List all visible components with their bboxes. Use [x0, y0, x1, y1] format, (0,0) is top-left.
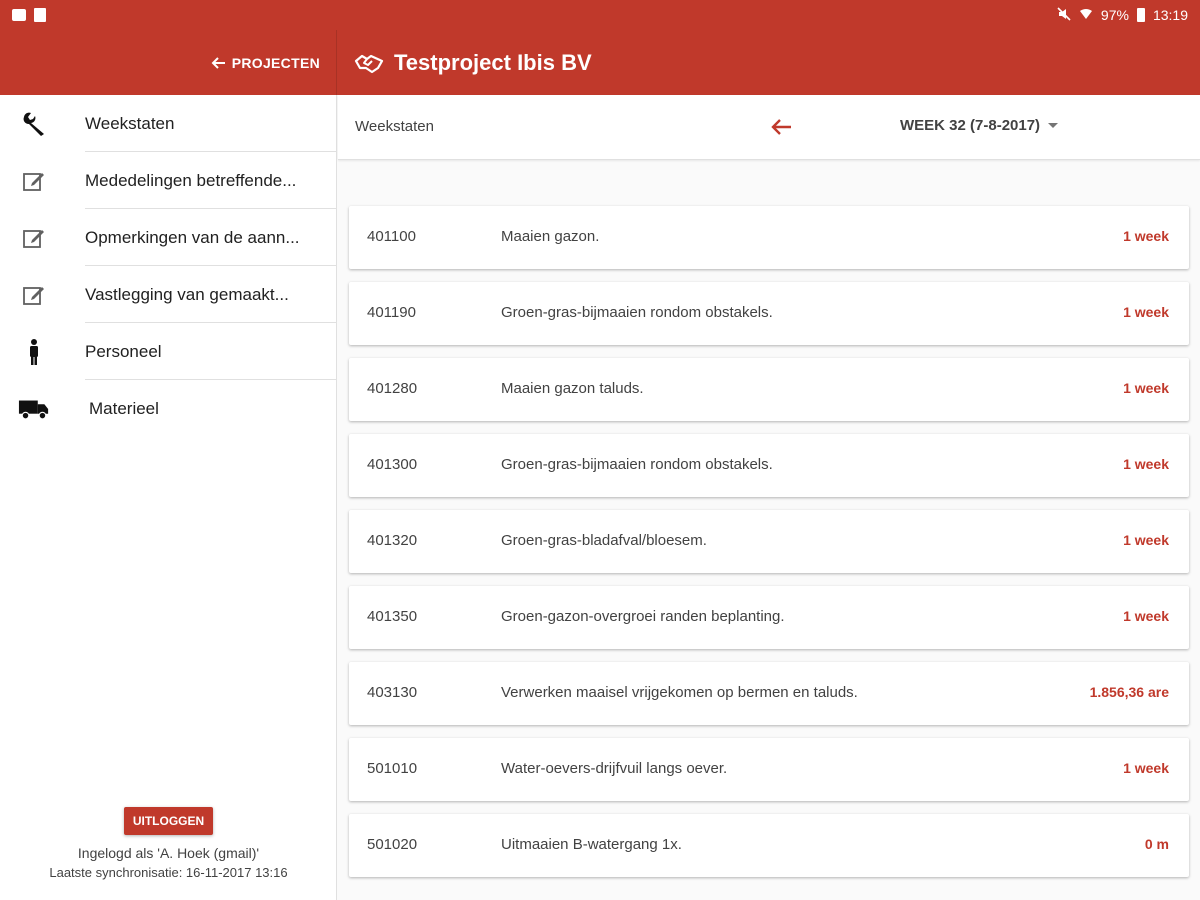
sidebar-item-personeel[interactable]: Personeel [0, 323, 336, 380]
list-item[interactable]: 403130 Verwerken maaisel vrijgekomen op … [349, 662, 1189, 725]
edit-icon [18, 280, 50, 310]
item-code: 401100 [367, 228, 416, 245]
sidebar-item-materieel[interactable]: Materieel [0, 380, 336, 437]
sidebar-item-label: Personeel [85, 341, 162, 361]
battery-icon [1136, 8, 1145, 22]
item-description: Maaien gazon. [501, 228, 600, 245]
list-item[interactable]: 401320 Groen-gras-bladafval/bloesem. 1 w… [349, 510, 1189, 573]
truck-icon [18, 394, 50, 424]
sidebar: Weekstaten Mededelingen betreffende... O… [0, 95, 337, 900]
section-title: Weekstaten [355, 118, 434, 135]
last-sync-text: Laatste synchronisatie: 16-11-2017 13:16 [49, 865, 288, 880]
sidebar-footer: UITLOGGEN Ingelogd als 'A. Hoek (gmail)'… [0, 807, 337, 880]
sidebar-item-label: Materieel [89, 398, 159, 418]
sidebar-item-weekstaten[interactable]: Weekstaten [0, 95, 336, 152]
item-quantity: 1 week [1123, 228, 1169, 244]
item-description: Water-oevers-drijfvuil langs oever. [501, 760, 728, 777]
content-toolbar: Weekstaten WEEK 32 (7-8-2017) [338, 95, 1200, 160]
item-code: 401350 [367, 608, 418, 625]
list-item[interactable]: 401280 Maaien gazon taluds. 1 week [349, 358, 1189, 421]
document-notification-icon [34, 8, 46, 22]
clock: 13:19 [1152, 7, 1188, 23]
item-quantity: 1 week [1123, 380, 1169, 396]
item-quantity: 1 week [1123, 608, 1169, 624]
sidebar-item-mededelingen[interactable]: Mededelingen betreffende... [0, 152, 336, 209]
previous-week-button[interactable] [766, 112, 796, 142]
wifi-icon [1079, 7, 1093, 23]
item-description: Groen-gras-bladafval/bloesem. [501, 532, 707, 549]
item-code: 501010 [367, 760, 418, 777]
sidebar-item-label: Weekstaten [85, 113, 175, 133]
chevron-down-icon [1048, 123, 1059, 128]
item-quantity: 1 week [1123, 304, 1169, 320]
item-quantity: 1 week [1123, 760, 1169, 776]
sidebar-item-vastlegging[interactable]: Vastlegging van gemaakt... [0, 266, 336, 323]
sidebar-item-label: Mededelingen betreffende... [85, 170, 297, 190]
list-item[interactable]: 501020 Uitmaaien B-watergang 1x. 0 m [349, 814, 1189, 877]
item-description: Verwerken maaisel vrijgekomen op bermen … [501, 684, 858, 701]
item-code: 401320 [367, 532, 418, 549]
item-quantity: 1.856,36 are [1089, 684, 1169, 700]
arrow-left-icon [211, 56, 225, 69]
handshake-icon [354, 54, 384, 73]
logged-in-text: Ingelogd als 'A. Hoek (gmail)' [77, 845, 260, 861]
list-item[interactable]: 501010 Water-oevers-drijfvuil langs oeve… [349, 738, 1189, 801]
item-description: Groen-gazon-overgroei randen beplanting. [501, 608, 785, 625]
item-code: 403130 [367, 684, 418, 701]
edit-icon [18, 166, 50, 196]
list-item[interactable]: 401350 Groen-gazon-overgroei randen bepl… [349, 586, 1189, 649]
list-item[interactable]: 401100 Maaien gazon. 1 week [349, 206, 1189, 269]
item-description: Groen-gras-bijmaaien rondom obstakels. [501, 304, 773, 321]
item-code: 401280 [367, 380, 418, 397]
person-icon [18, 337, 50, 367]
item-code: 401300 [367, 456, 418, 473]
image-notification-icon [12, 9, 26, 21]
mute-icon [1057, 6, 1071, 24]
project-title: Testproject Ibis BV [394, 49, 592, 75]
item-code: 501020 [367, 836, 418, 853]
weekstaten-list: 401100 Maaien gazon. 1 week 401190 Groen… [349, 206, 1189, 890]
week-dropdown[interactable]: WEEK 32 (7-8-2017) [900, 117, 1059, 134]
arrow-left-icon [771, 119, 791, 135]
battery-percent: 97% [1100, 7, 1129, 23]
item-description: Groen-gras-bijmaaien rondom obstakels. [501, 456, 773, 473]
item-quantity: 1 week [1123, 456, 1169, 472]
status-bar: 97% 13:19 [0, 0, 1200, 30]
logout-button[interactable]: UITLOGGEN [123, 807, 214, 835]
list-item[interactable]: 401300 Groen-gras-bijmaaien rondom obsta… [349, 434, 1189, 497]
item-description: Maaien gazon taluds. [501, 380, 644, 397]
sidebar-item-label: Vastlegging van gemaakt... [85, 284, 289, 304]
projecten-label: PROJECTEN [231, 54, 320, 71]
week-selected-value: WEEK 32 (7-8-2017) [900, 117, 1041, 134]
item-quantity: 0 m [1144, 836, 1169, 852]
edit-icon [18, 223, 50, 253]
wrench-icon [18, 109, 50, 139]
item-code: 401190 [367, 304, 416, 321]
sidebar-item-opmerkingen[interactable]: Opmerkingen van de aann... [0, 209, 336, 266]
sidebar-item-label: Opmerkingen van de aann... [85, 227, 300, 247]
item-quantity: 1 week [1123, 532, 1169, 548]
item-description: Uitmaaien B-watergang 1x. [501, 836, 682, 853]
list-item[interactable]: 401190 Groen-gras-bijmaaien rondom obsta… [349, 282, 1189, 345]
projecten-back-button[interactable]: PROJECTEN [210, 55, 320, 71]
app-bar: PROJECTEN Testproject Ibis BV [0, 30, 1200, 95]
